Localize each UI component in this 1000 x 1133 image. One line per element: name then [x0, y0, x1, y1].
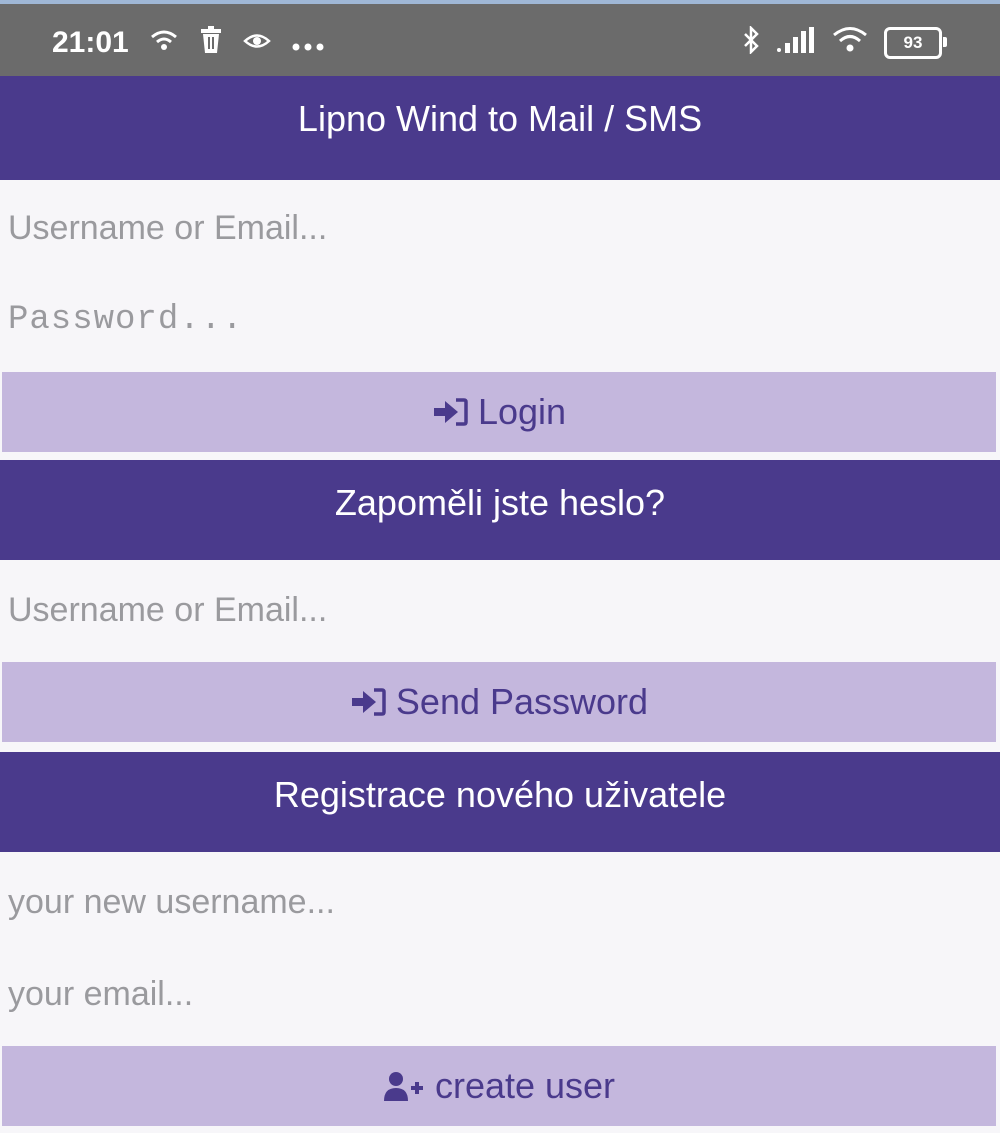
create-user-button-label: create user — [434, 1065, 616, 1106]
app-screen: 21:01 93 Lipno Wind to Mail / SMS Userna… — [0, 0, 1000, 1133]
status-time: 21:01 — [52, 26, 129, 59]
registration-header: Registrace nového uživatele — [0, 752, 1000, 852]
user-plus-icon — [383, 1070, 425, 1102]
new-username-input[interactable] — [0, 862, 1000, 942]
forgot-password-header: Zapoměli jste heslo? — [0, 460, 1000, 560]
send-password-button-label: Send Password — [395, 681, 649, 722]
login-password-input[interactable] — [0, 280, 1000, 360]
login-username-input[interactable] — [0, 188, 1000, 268]
trash-icon — [199, 26, 223, 60]
battery-level: 93 — [903, 32, 923, 52]
bluetooth-icon — [742, 24, 760, 59]
wifi-calling-icon — [149, 27, 179, 59]
create-user-button[interactable]: create user — [2, 1046, 996, 1126]
signal-icon — [776, 27, 816, 58]
forgot-password-title: Zapoměli jste heslo? — [334, 482, 666, 523]
battery-indicator: 93 — [884, 26, 947, 59]
more-dots-icon — [291, 28, 325, 58]
app-header: Lipno Wind to Mail / SMS — [0, 76, 1000, 180]
forgot-username-input[interactable] — [0, 570, 1000, 650]
status-bar: 21:01 93 — [0, 0, 1000, 76]
wifi-icon — [832, 26, 868, 59]
new-email-input[interactable] — [0, 954, 1000, 1034]
login-button-label: Login — [477, 391, 567, 432]
sign-in-icon — [350, 687, 386, 717]
eye-icon — [242, 28, 271, 58]
status-bar-left: 21:01 — [52, 26, 325, 60]
status-bar-right: 93 — [742, 24, 947, 59]
registration-title: Registrace nového uživatele — [273, 774, 727, 815]
send-password-button[interactable]: Send Password — [2, 662, 996, 742]
login-button[interactable]: Login — [2, 372, 996, 452]
sign-in-icon — [432, 397, 468, 427]
app-title: Lipno Wind to Mail / SMS — [297, 98, 703, 139]
